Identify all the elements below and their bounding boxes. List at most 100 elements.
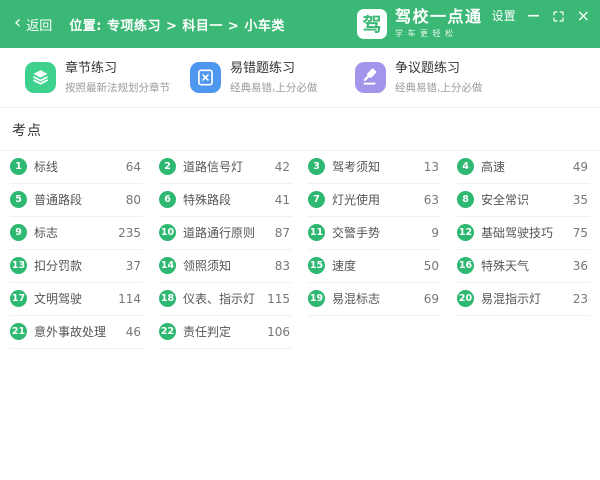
topic-count: 235 (118, 226, 143, 240)
topic-label: 灯光使用 (332, 191, 380, 208)
window-controls: 设置 — × (492, 8, 590, 24)
topic-number-badge: 20 (457, 290, 474, 307)
topic-item[interactable]: 21 意外事故处理 46 (10, 316, 143, 349)
topic-item[interactable]: 22 责任判定 106 (159, 316, 292, 349)
logo-mark-icon: 驾 (357, 9, 387, 39)
topic-count: 83 (275, 259, 292, 273)
app-logo: 驾 驾校一点通 学车更轻松 (357, 8, 483, 39)
back-button[interactable]: ‹ 返回 (14, 15, 52, 34)
topic-number-badge: 15 (308, 257, 325, 274)
gavel-icon (355, 62, 386, 93)
topic-number-badge: 1 (10, 158, 27, 175)
settings-button[interactable]: 设置 (492, 10, 516, 22)
topic-item[interactable]: 18 仪表、指示灯 115 (159, 283, 292, 316)
section-title: 考点 (0, 108, 600, 150)
topic-count: 87 (275, 226, 292, 240)
topic-item[interactable]: 20 易混指示灯 23 (457, 283, 590, 316)
feature-cards: 章节练习 按照最新法规划分章节 易错题练习 经典易错,上分必做 (0, 48, 600, 107)
topic-number-badge: 5 (10, 191, 27, 208)
topic-item[interactable]: 12 基础驾驶技巧 75 (457, 217, 590, 250)
logo-title: 驾校一点通 (395, 8, 483, 26)
card-subtitle: 经典易错,上分必做 (395, 80, 482, 95)
minimize-button[interactable]: — (528, 9, 540, 21)
topic-item[interactable]: 11 交警手势 9 (308, 217, 441, 250)
topic-item[interactable]: 4 高速 49 (457, 151, 590, 184)
chevron-left-icon: ‹ (14, 14, 21, 32)
topic-number-badge: 12 (457, 224, 474, 241)
topic-number-badge: 2 (159, 158, 176, 175)
topic-number-badge: 4 (457, 158, 474, 175)
topic-count: 42 (275, 160, 292, 174)
topic-item[interactable]: 17 文明驾驶 114 (10, 283, 143, 316)
topic-label: 交警手势 (332, 224, 380, 241)
topic-number-badge: 21 (10, 323, 27, 340)
topic-label: 安全常识 (481, 191, 529, 208)
topic-count: 69 (424, 292, 441, 306)
topic-label: 驾考须知 (332, 158, 380, 175)
topic-label: 基础驾驶技巧 (481, 224, 553, 241)
topic-number-badge: 11 (308, 224, 325, 241)
card-controversial-practice[interactable]: 争议题练习 经典易错,上分必做 (355, 61, 520, 95)
topic-item[interactable]: 7 灯光使用 63 (308, 184, 441, 217)
card-chapter-practice[interactable]: 章节练习 按照最新法规划分章节 (25, 61, 190, 95)
topic-item[interactable]: 14 领照须知 83 (159, 250, 292, 283)
topic-count: 63 (424, 193, 441, 207)
topic-item[interactable]: 2 道路信号灯 42 (159, 151, 292, 184)
topic-label: 文明驾驶 (34, 290, 82, 307)
topic-item[interactable]: 19 易混标志 69 (308, 283, 441, 316)
card-title: 易错题练习 (230, 61, 317, 77)
topic-number-badge: 16 (457, 257, 474, 274)
breadcrumb: 位置: 专项练习 > 科目一 > 小车类 (69, 15, 285, 34)
topic-label: 领照须知 (183, 257, 231, 274)
maximize-button[interactable] (552, 10, 565, 23)
topic-label: 意外事故处理 (34, 323, 106, 340)
topic-label: 易混标志 (332, 290, 380, 307)
topic-item[interactable]: 16 特殊天气 36 (457, 250, 590, 283)
topic-label: 标线 (34, 158, 58, 175)
topic-label: 道路通行原则 (183, 224, 255, 241)
topic-item[interactable]: 1 标线 64 (10, 151, 143, 184)
topic-number-badge: 7 (308, 191, 325, 208)
topic-item[interactable]: 10 道路通行原则 87 (159, 217, 292, 250)
topic-label: 扣分罚款 (34, 257, 82, 274)
close-button[interactable]: × (577, 8, 590, 24)
topic-label: 仪表、指示灯 (183, 290, 255, 307)
topic-label: 标志 (34, 224, 58, 241)
topic-count: 41 (275, 193, 292, 207)
topic-count: 13 (424, 160, 441, 174)
topic-count: 114 (118, 292, 143, 306)
topic-item[interactable]: 9 标志 235 (10, 217, 143, 250)
topic-number-badge: 14 (159, 257, 176, 274)
topic-item[interactable]: 3 驾考须知 13 (308, 151, 441, 184)
topic-count: 9 (431, 226, 441, 240)
topic-count: 46 (126, 325, 143, 339)
topic-item[interactable]: 13 扣分罚款 37 (10, 250, 143, 283)
card-subtitle: 按照最新法规划分章节 (65, 80, 170, 95)
topic-label: 道路信号灯 (183, 158, 243, 175)
topic-item[interactable]: 6 特殊路段 41 (159, 184, 292, 217)
topic-item[interactable]: 15 速度 50 (308, 250, 441, 283)
back-label: 返回 (26, 15, 52, 34)
card-title: 章节练习 (65, 61, 170, 77)
topic-label: 特殊天气 (481, 257, 529, 274)
topic-label: 特殊路段 (183, 191, 231, 208)
topic-label: 普通路段 (34, 191, 82, 208)
topic-count: 75 (573, 226, 590, 240)
topic-number-badge: 8 (457, 191, 474, 208)
topic-number-badge: 6 (159, 191, 176, 208)
topic-item[interactable]: 5 普通路段 80 (10, 184, 143, 217)
topics-grid: 1 标线 64 2 道路信号灯 42 3 驾考须知 13 4 高速 49 5 普… (10, 151, 590, 349)
card-title: 争议题练习 (395, 61, 482, 77)
layers-icon (25, 62, 56, 93)
topic-count: 80 (126, 193, 143, 207)
topic-count: 23 (573, 292, 590, 306)
topic-number-badge: 19 (308, 290, 325, 307)
topic-count: 106 (267, 325, 292, 339)
card-subtitle: 经典易错,上分必做 (230, 80, 317, 95)
topic-count: 115 (267, 292, 292, 306)
topic-item[interactable]: 8 安全常识 35 (457, 184, 590, 217)
card-error-prone-practice[interactable]: 易错题练习 经典易错,上分必做 (190, 61, 355, 95)
app-window: ‹ 返回 位置: 专项练习 > 科目一 > 小车类 驾 驾校一点通 学车更轻松 … (0, 0, 600, 480)
logo-tagline: 学车更轻松 (395, 28, 483, 39)
topic-count: 36 (573, 259, 590, 273)
